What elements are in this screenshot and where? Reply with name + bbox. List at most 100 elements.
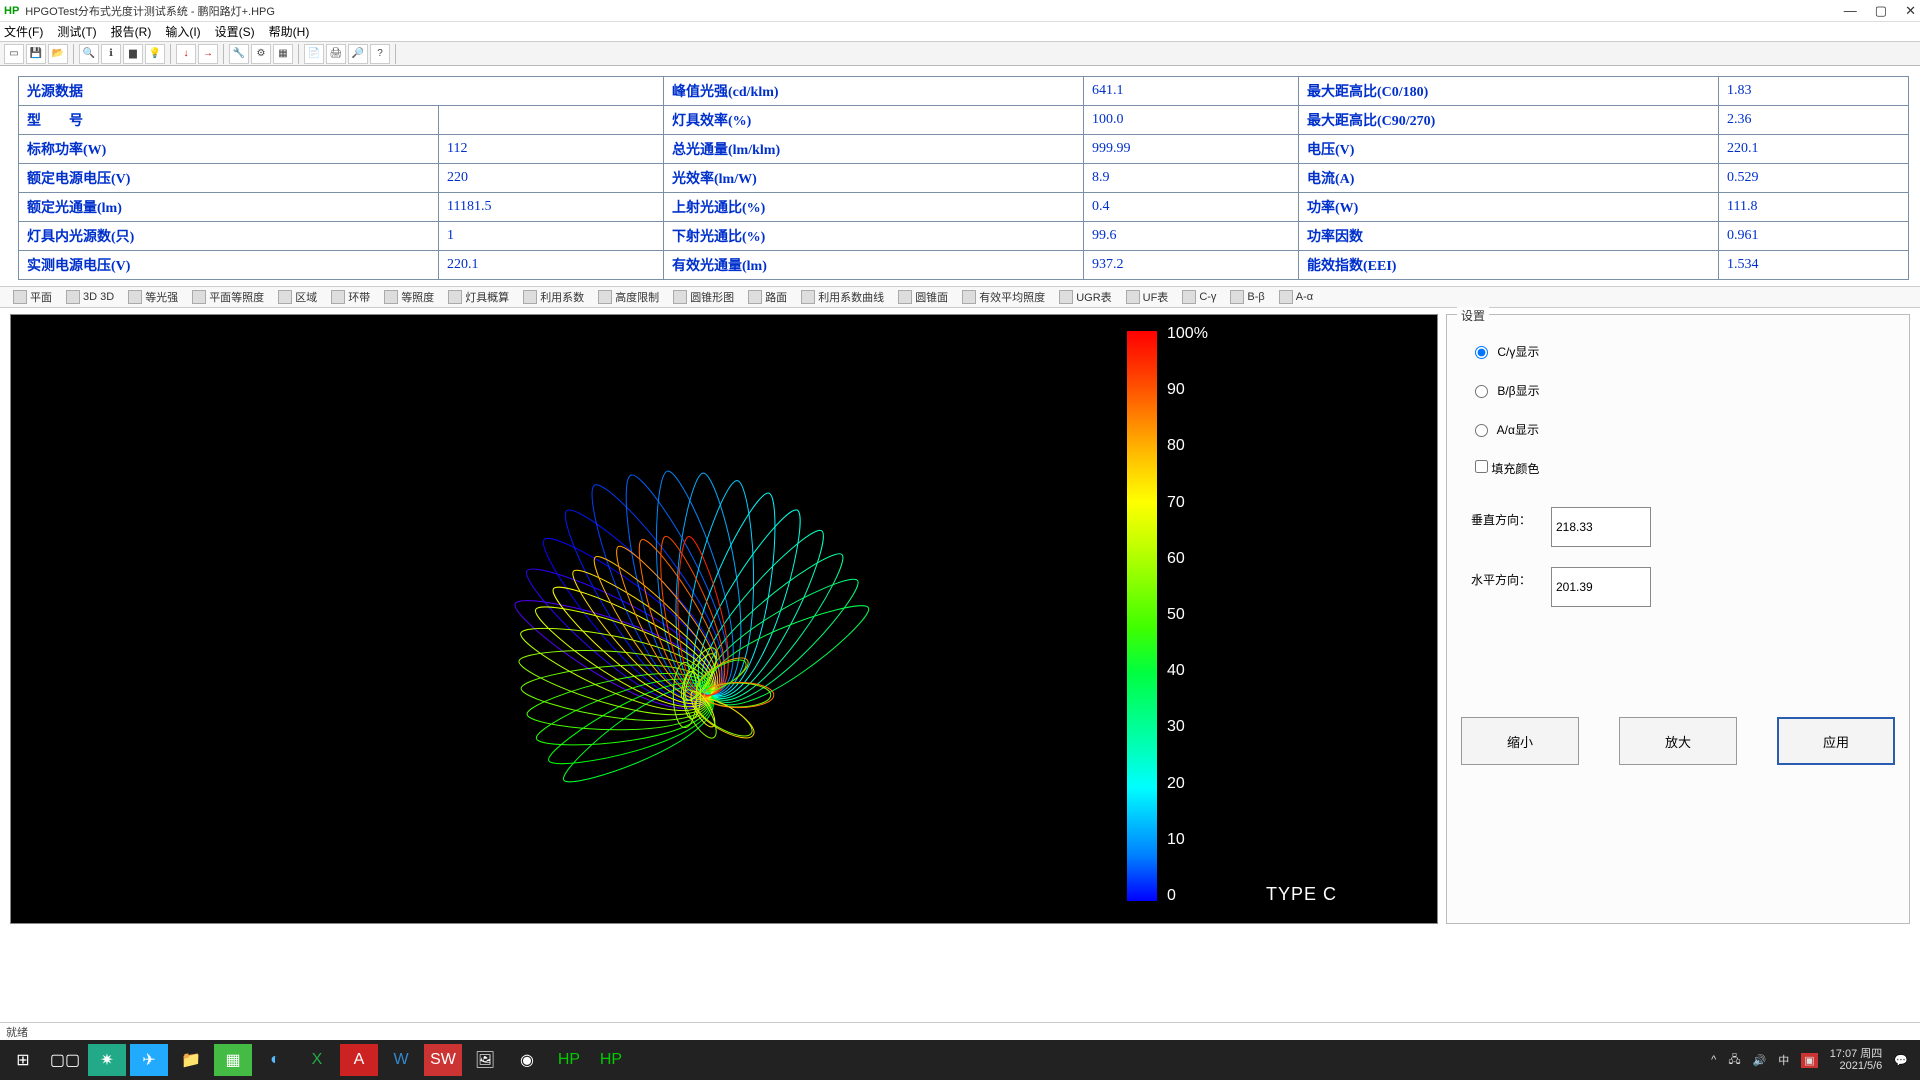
close-button[interactable]: ✕: [1905, 3, 1916, 19]
maximize-button[interactable]: ▢: [1875, 3, 1887, 19]
table-label: 电流(A): [1299, 164, 1719, 193]
view-tab[interactable]: UF表: [1121, 288, 1174, 306]
menu-help[interactable]: 帮助(H): [269, 23, 310, 40]
tool-print-icon[interactable]: 🖨: [326, 44, 346, 64]
pdf-icon[interactable]: A: [340, 1044, 378, 1076]
hp-app-icon[interactable]: HP: [550, 1044, 588, 1076]
tool-save-icon[interactable]: 💾: [26, 44, 46, 64]
menu-report[interactable]: 报告(R): [111, 23, 152, 40]
tab-label: 圆锥面: [915, 289, 948, 305]
chrome-icon[interactable]: ◉: [508, 1044, 546, 1076]
hp-app-icon-2[interactable]: HP: [592, 1044, 630, 1076]
view-tab[interactable]: 圆锥面: [893, 288, 953, 306]
tray-ime2-icon[interactable]: ▣: [1801, 1053, 1817, 1068]
start-button-icon[interactable]: ⊞: [4, 1044, 42, 1076]
menu-input[interactable]: 输入(I): [165, 23, 200, 40]
menu-file[interactable]: 文件(F): [4, 23, 43, 40]
table-label: 功率(W): [1299, 193, 1719, 222]
view-tab[interactable]: 环带: [326, 288, 375, 306]
menu-test[interactable]: 测试(T): [57, 23, 96, 40]
excel-icon[interactable]: X: [298, 1044, 336, 1076]
tool-grid-icon[interactable]: ▦: [273, 44, 293, 64]
view-tab[interactable]: 圆锥形图: [668, 288, 739, 306]
tab-label: UGR表: [1076, 289, 1111, 305]
tool-open-icon[interactable]: 📂: [48, 44, 68, 64]
word-icon[interactable]: W: [382, 1044, 420, 1076]
tool-gear-icon[interactable]: ⚙: [251, 44, 271, 64]
tab-icon: [523, 290, 537, 304]
tab-label: 平面等照度: [209, 289, 264, 305]
radio-aalpha[interactable]: [1475, 424, 1488, 437]
view-tab[interactable]: 有效平均照度: [957, 288, 1050, 306]
table-value: 999.99: [1084, 135, 1299, 164]
image-icon[interactable]: 🖼: [466, 1044, 504, 1076]
view-tab[interactable]: 等照度: [379, 288, 439, 306]
tool-preview-icon[interactable]: 🔎: [348, 44, 368, 64]
view-tab[interactable]: 高度限制: [593, 288, 664, 306]
taskbar-clock[interactable]: 17:07 周四 2021/5/6: [1830, 1048, 1883, 1072]
table-label: 灯具内光源数(只): [19, 222, 439, 251]
app-icon-2[interactable]: ✈: [130, 1044, 168, 1076]
zoom-button[interactable]: 放大: [1619, 717, 1737, 765]
tray-notif-icon[interactable]: 💬: [1894, 1054, 1908, 1067]
table-value: 220.1: [1719, 135, 1909, 164]
tool-wrench-icon[interactable]: 🔧: [229, 44, 249, 64]
explorer-icon[interactable]: 📁: [172, 1044, 210, 1076]
table-value: 2.36: [1719, 106, 1909, 135]
tool-info-icon[interactable]: ℹ: [101, 44, 121, 64]
table-value: 1.534: [1719, 251, 1909, 280]
app-icon-4[interactable]: ◐: [256, 1044, 294, 1076]
view-tab[interactable]: 利用系数: [518, 288, 589, 306]
tool-h-icon[interactable]: →: [198, 44, 218, 64]
tool-bulb-icon[interactable]: 💡: [145, 44, 165, 64]
view-tab[interactable]: 等光强: [123, 288, 183, 306]
sw-icon[interactable]: SW: [424, 1044, 462, 1076]
table-label: 总光通量(lm/klm): [664, 135, 1084, 164]
checkbox-fill-color[interactable]: [1475, 460, 1488, 473]
table-label: 标称功率(W): [19, 135, 439, 164]
table-label: 实测电源电压(V): [19, 251, 439, 280]
table-label: 最大距高比(C0/180): [1299, 77, 1719, 106]
apply-button[interactable]: 应用: [1777, 717, 1895, 765]
view-tab[interactable]: 路面: [743, 288, 792, 306]
tray-vol-icon[interactable]: 🔊: [1753, 1054, 1767, 1067]
radio-bbeta[interactable]: [1475, 385, 1488, 398]
app-icon-3[interactable]: ▦: [214, 1044, 252, 1076]
tray-net-icon[interactable]: 🖧: [1728, 1051, 1740, 1070]
view-tab[interactable]: 区域: [273, 288, 322, 306]
tool-v-icon[interactable]: ↓: [176, 44, 196, 64]
vertical-input[interactable]: [1551, 507, 1651, 547]
taskview-icon[interactable]: ▢▢: [46, 1044, 84, 1076]
view-tab[interactable]: 平面: [8, 288, 57, 306]
minimize-button[interactable]: —: [1844, 3, 1857, 19]
view-tab[interactable]: 平面等照度: [187, 288, 269, 306]
view-tab[interactable]: A-α: [1274, 288, 1318, 306]
tab-label: 圆锥形图: [690, 289, 734, 305]
view-tab[interactable]: C-γ: [1177, 288, 1221, 306]
view-tab[interactable]: 利用系数曲线: [796, 288, 889, 306]
tool-help-icon[interactable]: ?: [370, 44, 390, 64]
tab-label: 利用系数: [540, 289, 584, 305]
photometric-plot[interactable]: 100%9080706050403020100 TYPE C: [10, 314, 1438, 924]
horizontal-input[interactable]: [1551, 567, 1651, 607]
radio-cgamma[interactable]: [1475, 346, 1488, 359]
view-tab[interactable]: 灯具概算: [443, 288, 514, 306]
table-label: 上射光通比(%): [664, 193, 1084, 222]
view-tab[interactable]: UGR表: [1054, 288, 1116, 306]
tray-up-icon[interactable]: ^: [1711, 1054, 1716, 1066]
table-value: 0.529: [1719, 164, 1909, 193]
shrink-button[interactable]: 缩小: [1461, 717, 1579, 765]
tool-doc-icon[interactable]: 📄: [304, 44, 324, 64]
colorbar-tick: 0: [1167, 887, 1227, 905]
app-icon-1[interactable]: ✷: [88, 1044, 126, 1076]
menu-settings[interactable]: 设置(S): [215, 23, 255, 40]
tool-search-icon[interactable]: 🔍: [79, 44, 99, 64]
view-tab[interactable]: 3D 3D: [61, 288, 119, 306]
view-tab[interactable]: B-β: [1225, 288, 1269, 306]
tab-label: 路面: [765, 289, 787, 305]
tab-label: 平面: [30, 289, 52, 305]
tray-ime-icon[interactable]: 中: [1778, 1052, 1789, 1068]
tool-color-icon[interactable]: ▆: [123, 44, 143, 64]
table-label: 光源数据: [19, 77, 664, 106]
tool-new-icon[interactable]: ▭: [4, 44, 24, 64]
